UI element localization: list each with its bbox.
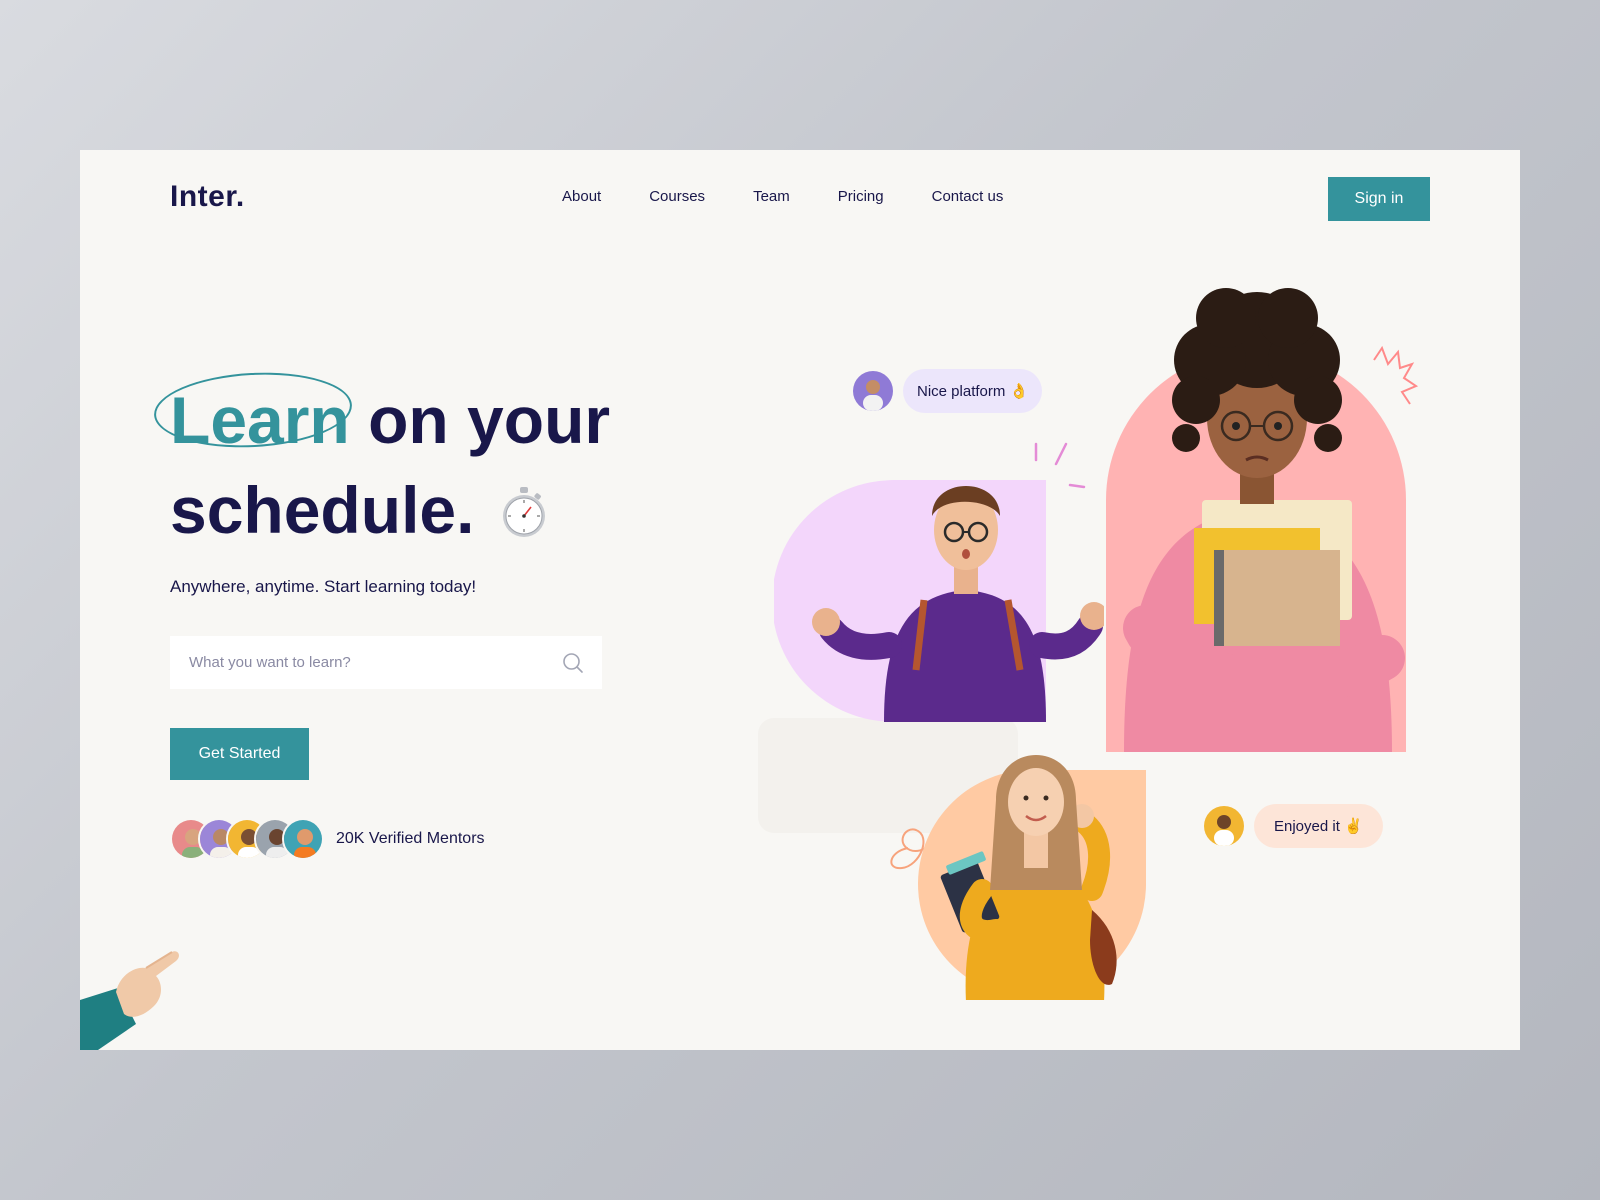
testimonial-bottom: Enjoyed it ✌️ <box>1204 804 1383 848</box>
avatar <box>282 818 324 860</box>
sign-in-button[interactable]: Sign in <box>1328 177 1430 221</box>
headline-rest: on your <box>368 383 611 457</box>
student-photo-purple <box>772 430 1108 735</box>
nav-team[interactable]: Team <box>753 188 790 205</box>
nav-contact[interactable]: Contact us <box>932 188 1004 205</box>
pointing-hand-icon <box>80 940 190 1050</box>
nav-pricing[interactable]: Pricing <box>838 188 884 205</box>
main-nav: About Courses Team Pricing Contact us <box>562 188 1003 205</box>
mentors-row: 20K Verified Mentors <box>170 818 485 860</box>
avatar <box>853 371 893 411</box>
testimonial-text-bottom: Enjoyed it ✌️ <box>1254 804 1383 848</box>
search-icon[interactable] <box>562 652 584 674</box>
hero-subtitle: Anywhere, anytime. Start learning today! <box>170 577 477 596</box>
mentors-count: 20K Verified Mentors <box>336 830 485 847</box>
hero-headline: Learn on your schedule. <box>152 367 730 561</box>
logo[interactable]: Inter. <box>170 180 245 214</box>
search-input[interactable] <box>170 654 562 671</box>
headline-accent: Learn <box>152 367 354 465</box>
headline-line2: schedule. <box>170 473 475 547</box>
stopwatch-icon <box>501 471 547 561</box>
landing-page: Inter. About Courses Team Pricing Contac… <box>80 150 1520 1050</box>
nav-about[interactable]: About <box>562 188 601 205</box>
nav-courses[interactable]: Courses <box>649 188 705 205</box>
get-started-button[interactable]: Get Started <box>170 728 309 780</box>
search-box <box>170 636 602 689</box>
student-photo-yellow <box>886 740 1156 1005</box>
testimonial-text-top: Nice platform 👌 <box>903 369 1043 413</box>
testimonial-top: Nice platform 👌 <box>853 369 1043 413</box>
avatar <box>1204 806 1244 846</box>
student-photo-pink <box>1106 268 1420 757</box>
mentor-avatars <box>170 818 324 860</box>
